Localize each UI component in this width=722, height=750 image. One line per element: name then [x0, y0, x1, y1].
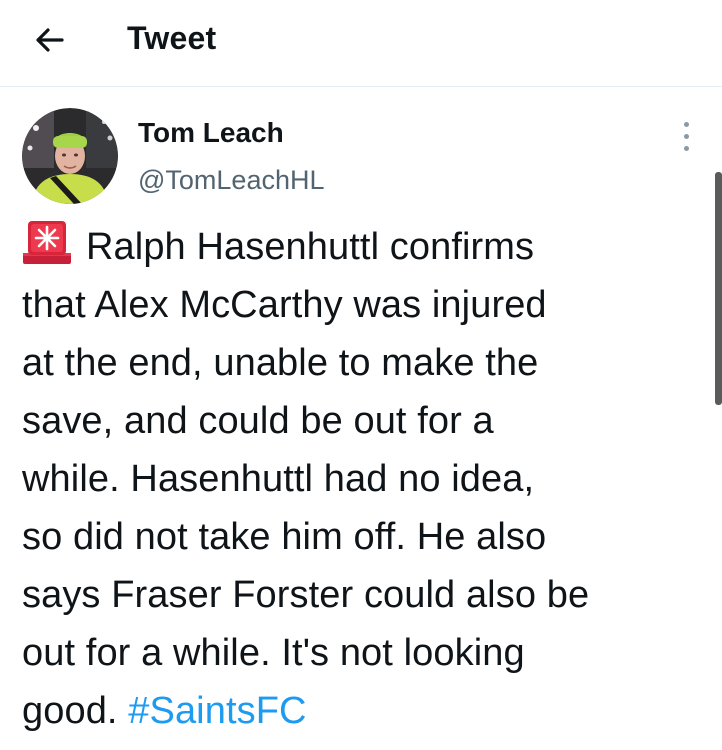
author-handle[interactable]: @TomLeachHL	[138, 165, 325, 196]
tweet-text-line-8: out for a while. It's not looking	[22, 632, 525, 674]
siren-icon	[23, 221, 71, 264]
tweet-text-line-1: Ralph Hasenhuttl confirms	[86, 226, 535, 268]
tweet-text-line-5: while. Hasenhuttl had no idea,	[22, 458, 535, 500]
tweet-body: Ralph Hasenhuttl confirms that Alex McCa…	[22, 218, 712, 740]
tweet-text-line-4: save, and could be out for a	[22, 400, 494, 442]
scrollbar-thumb[interactable]	[715, 172, 722, 405]
back-button[interactable]	[30, 22, 70, 58]
page-title: Tweet	[127, 20, 217, 56]
hashtag-link[interactable]: #SaintsFC	[128, 690, 306, 732]
top-bar: Tweet	[0, 0, 722, 87]
avatar-image	[22, 108, 118, 204]
author-name[interactable]: Tom Leach	[138, 117, 284, 149]
tweet-line: Ralph Hasenhuttl confirms	[22, 218, 712, 276]
more-options-button[interactable]	[676, 120, 696, 154]
tweet-text-line-3: at the end, unable to make the	[22, 342, 539, 384]
arrow-left-icon	[36, 28, 64, 52]
tweet-text-line-9: good.	[22, 690, 118, 732]
avatar[interactable]	[22, 108, 118, 204]
tweet-line: good. #SaintsFC	[22, 682, 712, 740]
tweet-text-line-2: that Alex McCarthy was injured	[22, 284, 547, 326]
tweet-text-line-6: so did not take him off. He also	[22, 516, 547, 558]
tweet-text-line-7: says Fraser Forster could also be	[22, 574, 590, 616]
